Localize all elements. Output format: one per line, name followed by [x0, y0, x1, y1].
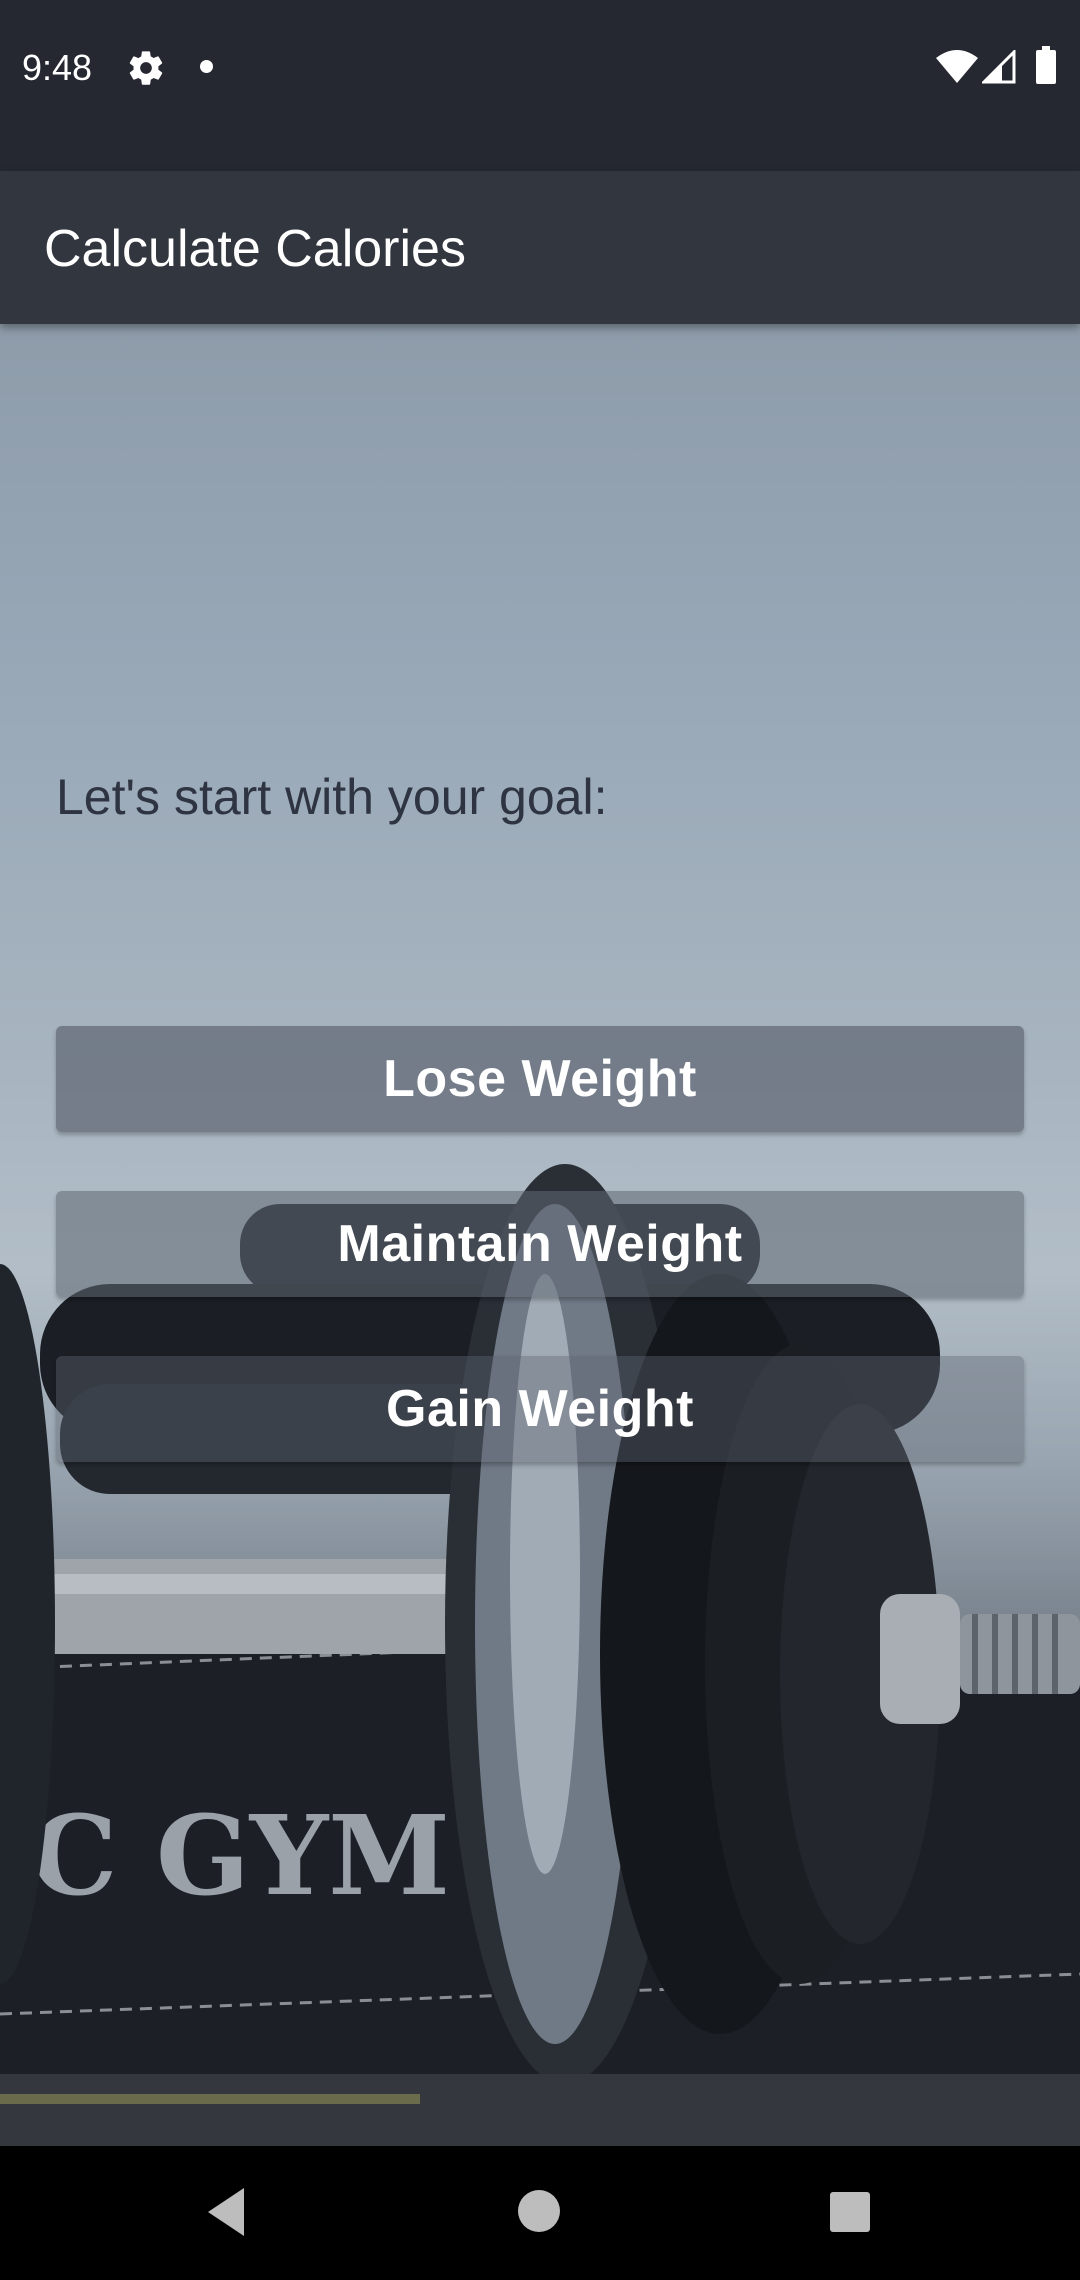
- status-time: 9:48: [22, 47, 93, 88]
- battery-icon: [1036, 46, 1056, 84]
- home-icon[interactable]: [518, 2190, 560, 2232]
- goal-prompt: Let's start with your goal:: [56, 769, 608, 825]
- page-title: Calculate Calories: [44, 220, 466, 278]
- wifi-icon: [936, 50, 978, 83]
- background-gym-text: C GYM: [30, 1791, 450, 1920]
- main-content: C GYM Let's start with your goal: Lose W…: [0, 324, 1080, 2146]
- status-bar: 9:48: [0, 0, 1080, 171]
- notification-dot-icon: [200, 60, 213, 73]
- screen: 9:48 Calculate Calories C GYM Let's star…: [0, 0, 1080, 2280]
- signal-icon: [982, 50, 1016, 84]
- lose-weight-button[interactable]: Lose Weight: [56, 1026, 1024, 1132]
- navigation-bar: [0, 2146, 1080, 2280]
- back-icon[interactable]: [204, 2186, 248, 2238]
- recents-icon[interactable]: [830, 2192, 870, 2232]
- maintain-weight-button[interactable]: Maintain Weight: [56, 1191, 1024, 1297]
- gain-weight-button[interactable]: Gain Weight: [56, 1356, 1024, 1462]
- gear-icon: [129, 51, 163, 85]
- app-bar: Calculate Calories: [0, 171, 1080, 324]
